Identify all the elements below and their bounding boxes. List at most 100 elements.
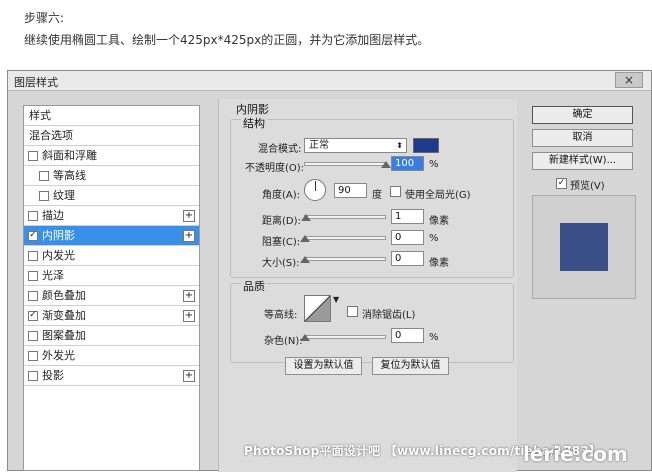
angle-input[interactable]: 90 bbox=[334, 183, 367, 198]
article-header: 步骤六: 继续使用椭圆工具、绘制一个425px*425px的正圆，并为它添加图层… bbox=[0, 0, 652, 62]
new-style-button[interactable]: 新建样式(W)... bbox=[532, 152, 633, 170]
opacity-input[interactable]: 100 bbox=[391, 156, 424, 171]
style-item[interactable]: ✓ 内阴影 + bbox=[24, 226, 199, 246]
style-item-label: 渐变叠加 bbox=[42, 309, 86, 322]
style-item[interactable]: 纹理 bbox=[24, 186, 199, 206]
choke-input[interactable]: 0 bbox=[391, 230, 424, 245]
style-item-label: 图案叠加 bbox=[42, 329, 86, 342]
add-effect-icon[interactable]: + bbox=[183, 370, 195, 382]
style-checkbox[interactable] bbox=[28, 151, 38, 161]
cancel-button[interactable]: 取消 bbox=[532, 129, 633, 147]
size-slider[interactable] bbox=[304, 257, 386, 261]
opacity-unit: % bbox=[429, 159, 439, 170]
noise-input[interactable]: 0 bbox=[391, 328, 424, 343]
checkmark-icon: ✓ bbox=[557, 178, 566, 188]
style-checkbox[interactable] bbox=[28, 371, 38, 381]
style-item[interactable]: 等高线 bbox=[24, 166, 199, 186]
antialias-checkbox[interactable] bbox=[347, 306, 358, 317]
style-checkbox[interactable] bbox=[28, 271, 38, 281]
global-light-checkbox[interactable] bbox=[390, 186, 401, 197]
add-effect-icon[interactable]: + bbox=[183, 210, 195, 222]
inner-shadow-panel: 内阴影 结构 混合模式: 正常 ⬍ 不透明度(O): 100 % 角度(A): … bbox=[218, 99, 517, 472]
opacity-slider[interactable] bbox=[304, 162, 386, 166]
choke-slider-handle[interactable] bbox=[300, 235, 310, 242]
style-item[interactable]: 投影 + bbox=[24, 366, 199, 386]
style-item-label: 描边 bbox=[42, 209, 64, 222]
style-item[interactable]: 混合选项 bbox=[24, 126, 199, 146]
style-checkbox[interactable]: ✓ bbox=[28, 311, 38, 321]
watermark-brand: lerie.com bbox=[523, 442, 628, 466]
close-icon: × bbox=[623, 73, 635, 87]
noise-unit: % bbox=[429, 332, 439, 343]
set-default-button[interactable]: 设置为默认值 bbox=[285, 357, 362, 375]
style-item[interactable]: 斜面和浮雕 bbox=[24, 146, 199, 166]
style-checkbox[interactable] bbox=[28, 211, 38, 221]
step-description: 继续使用椭圆工具、绘制一个425px*425px的正圆，并为它添加图层样式。 bbox=[24, 33, 430, 47]
reset-default-button[interactable]: 复位为默认值 bbox=[372, 357, 449, 375]
blend-mode-select[interactable]: 正常 ⬍ bbox=[304, 138, 407, 153]
chevron-updown-icon: ⬍ bbox=[396, 141, 403, 150]
style-checkbox[interactable]: ✓ bbox=[28, 231, 38, 241]
quality-group bbox=[230, 283, 514, 363]
structure-title: 结构 bbox=[241, 115, 267, 131]
style-item[interactable]: 描边 + bbox=[24, 206, 199, 226]
global-light-label: 使用全局光(G) bbox=[405, 190, 471, 201]
noise-label: 杂色(N): bbox=[264, 336, 303, 347]
distance-slider[interactable] bbox=[304, 215, 386, 219]
distance-input[interactable]: 1 bbox=[391, 209, 424, 224]
contour-dropdown-icon[interactable]: ▼ bbox=[333, 295, 339, 304]
angle-unit: 度 bbox=[372, 190, 382, 201]
noise-slider-handle[interactable] bbox=[300, 334, 310, 341]
preview-label: 预览(V) bbox=[570, 181, 605, 192]
add-effect-icon[interactable]: + bbox=[183, 230, 195, 242]
style-item-label: 混合选项 bbox=[29, 129, 73, 142]
style-checkbox[interactable] bbox=[39, 171, 49, 181]
size-label: 大小(S): bbox=[262, 258, 300, 269]
size-input[interactable]: 0 bbox=[391, 251, 424, 266]
size-unit: 像素 bbox=[429, 258, 449, 269]
distance-slider-handle[interactable] bbox=[301, 214, 311, 221]
style-checkbox[interactable] bbox=[28, 331, 38, 341]
style-checkbox[interactable] bbox=[39, 191, 49, 201]
style-item[interactable]: 图案叠加 bbox=[24, 326, 199, 346]
style-item-label: 斜面和浮雕 bbox=[42, 149, 97, 162]
style-item[interactable]: 样式 bbox=[24, 106, 199, 126]
style-item-label: 颜色叠加 bbox=[42, 289, 86, 302]
style-item[interactable]: 颜色叠加 + bbox=[24, 286, 199, 306]
contour-picker[interactable] bbox=[304, 295, 331, 322]
style-item-label: 光泽 bbox=[42, 269, 64, 282]
distance-label: 距离(D): bbox=[262, 216, 301, 227]
preview-checkbox[interactable]: ✓ bbox=[556, 178, 567, 189]
contour-label: 等高线: bbox=[264, 310, 298, 321]
shadow-color-swatch[interactable] bbox=[413, 138, 439, 153]
layer-style-dialog: 图层样式 × 样式混合选项斜面和浮雕等高线 纹理描边 + ✓ 内阴影 + 内发光光泽颜色叠加… bbox=[7, 70, 652, 472]
quality-title: 品质 bbox=[241, 278, 267, 294]
ok-button[interactable]: 确定 bbox=[532, 106, 633, 124]
size-slider-handle[interactable] bbox=[300, 256, 310, 263]
noise-slider[interactable] bbox=[304, 335, 386, 339]
style-preview bbox=[532, 195, 636, 299]
style-item-label: 样式 bbox=[29, 109, 51, 122]
step-title: 步骤六: bbox=[24, 11, 65, 25]
choke-unit: % bbox=[429, 233, 439, 244]
style-checkbox[interactable] bbox=[28, 251, 38, 261]
style-item-label: 内阴影 bbox=[42, 229, 75, 242]
style-item-label: 投影 bbox=[42, 369, 64, 382]
preview-swatch bbox=[560, 223, 608, 271]
blend-mode-label: 混合模式: bbox=[258, 144, 302, 155]
opacity-slider-handle[interactable] bbox=[381, 161, 391, 168]
style-item[interactable]: ✓ 渐变叠加 + bbox=[24, 306, 199, 326]
opacity-label: 不透明度(O): bbox=[245, 163, 305, 174]
style-item[interactable]: 内发光 bbox=[24, 246, 199, 266]
style-checkbox[interactable] bbox=[28, 291, 38, 301]
close-button[interactable]: × bbox=[615, 72, 643, 88]
style-item[interactable]: 光泽 bbox=[24, 266, 199, 286]
add-effect-icon[interactable]: + bbox=[183, 290, 195, 302]
angle-dial[interactable] bbox=[304, 179, 326, 201]
style-item-label: 内发光 bbox=[42, 249, 75, 262]
dialog-title: 图层样式 bbox=[14, 76, 58, 89]
style-checkbox[interactable] bbox=[28, 351, 38, 361]
add-effect-icon[interactable]: + bbox=[183, 310, 195, 322]
choke-slider[interactable] bbox=[304, 236, 386, 240]
style-item[interactable]: 外发光 bbox=[24, 346, 199, 366]
